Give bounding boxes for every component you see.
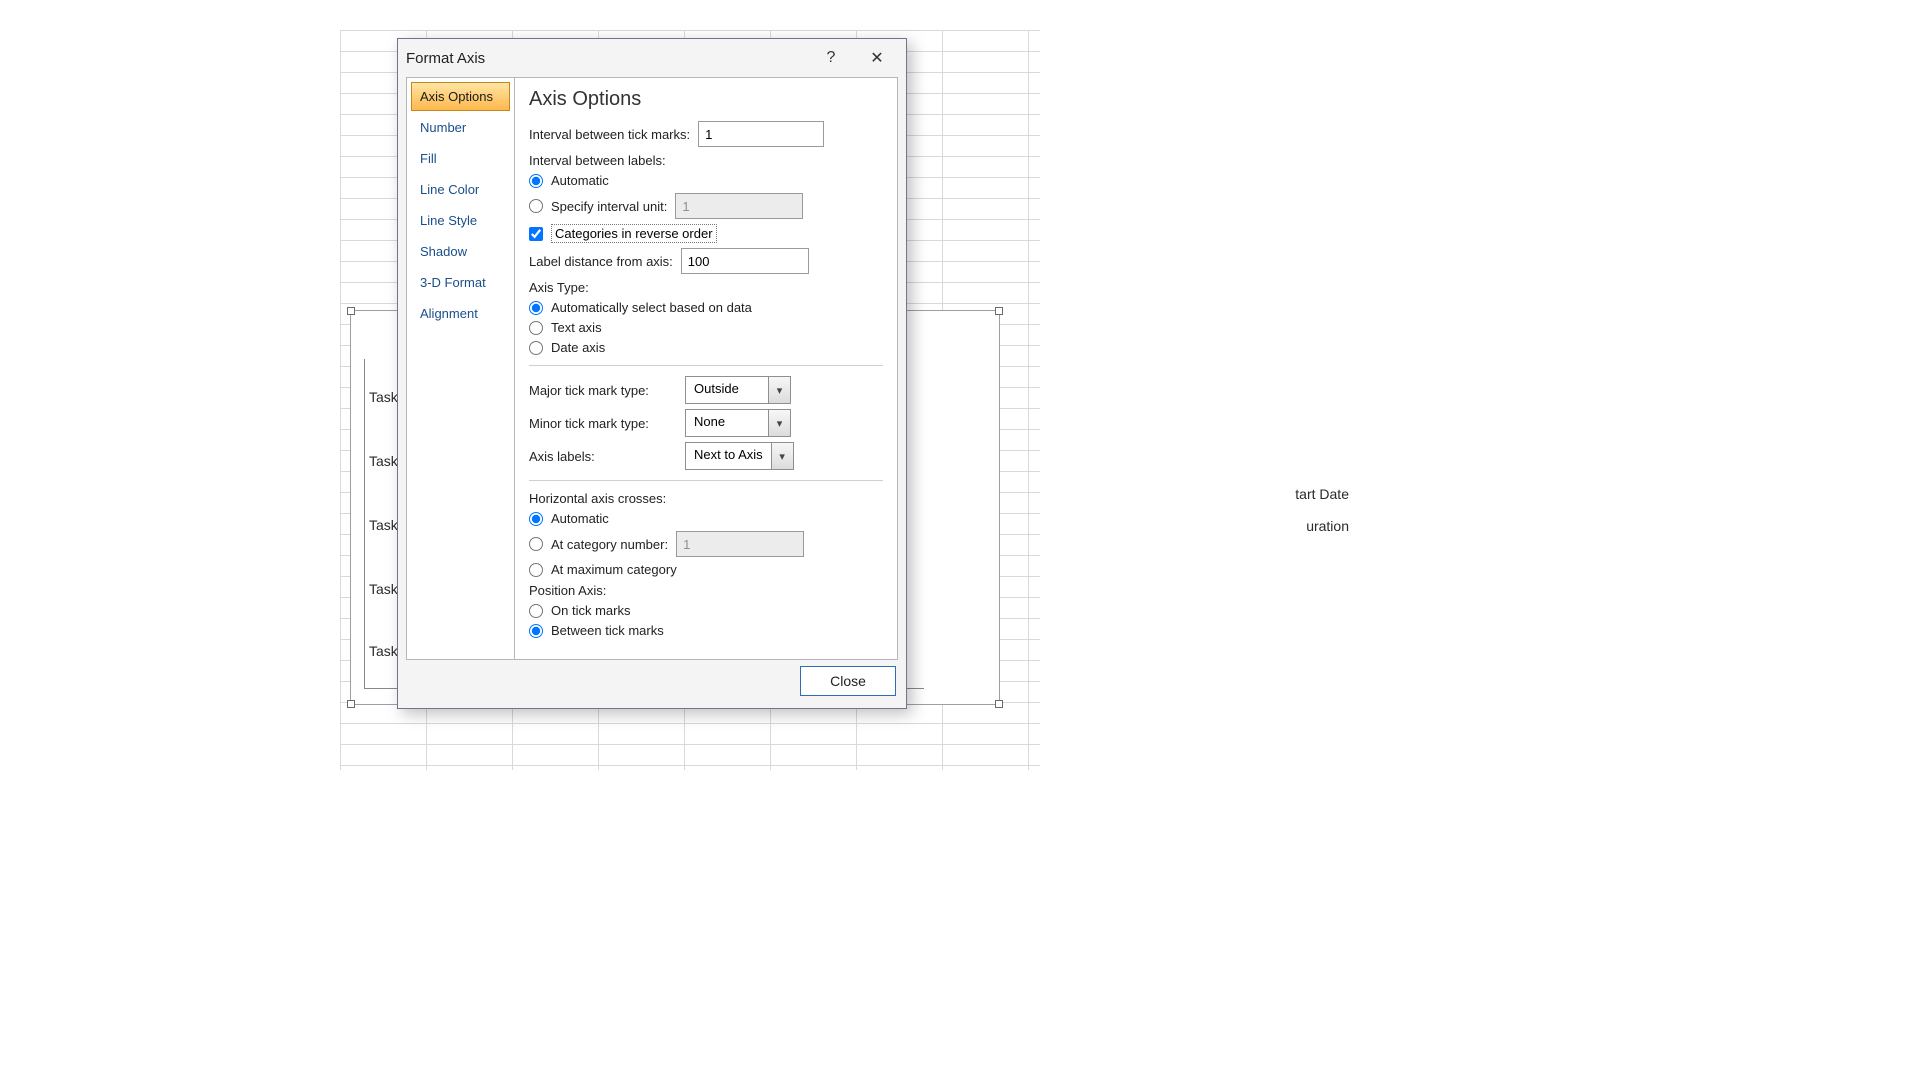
position-axis-label: Position Axis:	[529, 583, 883, 598]
axis-type-auto-radio[interactable]	[529, 301, 543, 315]
nav-axis-options[interactable]: Axis Options	[411, 82, 510, 111]
axis-tick-label: Task	[369, 517, 398, 533]
format-axis-dialog: Format Axis ? ✕ Axis Options Number Fill…	[397, 38, 907, 709]
resize-handle[interactable]	[995, 700, 1003, 708]
nav-3d-format[interactable]: 3-D Format	[411, 268, 510, 297]
panel-heading: Axis Options	[529, 88, 883, 111]
resize-handle[interactable]	[347, 700, 355, 708]
separator	[529, 365, 883, 366]
title-bar[interactable]: Format Axis ? ✕	[398, 39, 906, 77]
interval-ticks-label: Interval between tick marks:	[529, 127, 690, 142]
nav-shadow[interactable]: Shadow	[411, 237, 510, 266]
options-panel: Axis Options Interval between tick marks…	[515, 78, 897, 659]
h-crosses-max-radio[interactable]	[529, 563, 543, 577]
h-crosses-auto-label: Automatic	[551, 511, 609, 526]
minor-tick-select[interactable]: None ▾	[685, 409, 791, 437]
axis-labels-label: Axis labels:	[529, 449, 677, 464]
major-tick-label: Major tick mark type:	[529, 383, 677, 398]
h-crosses-auto-radio[interactable]	[529, 512, 543, 526]
h-crosses-category-radio[interactable]	[529, 537, 543, 551]
h-crosses-category-input[interactable]	[676, 531, 804, 557]
nav-line-color[interactable]: Line Color	[411, 175, 510, 204]
category-nav: Axis Options Number Fill Line Color Line…	[407, 78, 515, 659]
nav-alignment[interactable]: Alignment	[411, 299, 510, 328]
h-crosses-category-label: At category number:	[551, 537, 668, 552]
label-distance-label: Label distance from axis:	[529, 254, 673, 269]
interval-ticks-input[interactable]	[698, 121, 824, 147]
nav-fill[interactable]: Fill	[411, 144, 510, 173]
dialog-title: Format Axis	[406, 50, 808, 67]
h-crosses-max-label: At maximum category	[551, 562, 677, 577]
axis-type-date-radio[interactable]	[529, 341, 543, 355]
interval-labels-auto-radio[interactable]	[529, 174, 543, 188]
legend-entry: tart Date	[1295, 486, 1349, 502]
axis-type-date-label: Date axis	[551, 340, 605, 355]
axis-labels-value: Next to Axis	[686, 443, 771, 469]
interval-labels-specify-label: Specify interval unit:	[551, 199, 667, 214]
axis-type-text-label: Text axis	[551, 320, 602, 335]
chevron-down-icon[interactable]: ▾	[768, 377, 790, 403]
axis-tick-label: Task	[369, 453, 398, 469]
separator	[529, 480, 883, 481]
close-icon[interactable]: ✕	[854, 42, 900, 74]
resize-handle[interactable]	[995, 307, 1003, 315]
label-distance-input[interactable]	[681, 248, 809, 274]
position-on-ticks-radio[interactable]	[529, 604, 543, 618]
minor-tick-label: Minor tick mark type:	[529, 416, 677, 431]
legend-entry: uration	[1306, 518, 1349, 534]
position-between-ticks-radio[interactable]	[529, 624, 543, 638]
axis-type-auto-label: Automatically select based on data	[551, 300, 752, 315]
reverse-order-checkbox[interactable]	[529, 227, 543, 241]
interval-labels-label: Interval between labels:	[529, 153, 883, 168]
axis-tick-label: Task	[369, 389, 398, 405]
position-between-ticks-label: Between tick marks	[551, 623, 664, 638]
axis-labels-select[interactable]: Next to Axis ▾	[685, 442, 794, 470]
major-tick-select[interactable]: Outside ▾	[685, 376, 791, 404]
minor-tick-value: None	[686, 410, 768, 436]
interval-labels-auto-label: Automatic	[551, 173, 609, 188]
position-on-ticks-label: On tick marks	[551, 603, 630, 618]
reverse-order-label: Categories in reverse order	[551, 224, 717, 243]
resize-handle[interactable]	[347, 307, 355, 315]
axis-tick-label: Task	[369, 643, 398, 659]
axis-type-text-radio[interactable]	[529, 321, 543, 335]
help-button[interactable]: ?	[808, 42, 854, 74]
horizontal-crosses-label: Horizontal axis crosses:	[529, 491, 883, 506]
axis-type-label: Axis Type:	[529, 280, 883, 295]
nav-number[interactable]: Number	[411, 113, 510, 142]
close-button[interactable]: Close	[800, 666, 896, 696]
axis-tick-label: Task	[369, 581, 398, 597]
chevron-down-icon[interactable]: ▾	[771, 443, 793, 469]
nav-line-style[interactable]: Line Style	[411, 206, 510, 235]
chevron-down-icon[interactable]: ▾	[768, 410, 790, 436]
interval-labels-specify-radio[interactable]	[529, 199, 543, 213]
interval-unit-input[interactable]	[675, 193, 803, 219]
major-tick-value: Outside	[686, 377, 768, 403]
